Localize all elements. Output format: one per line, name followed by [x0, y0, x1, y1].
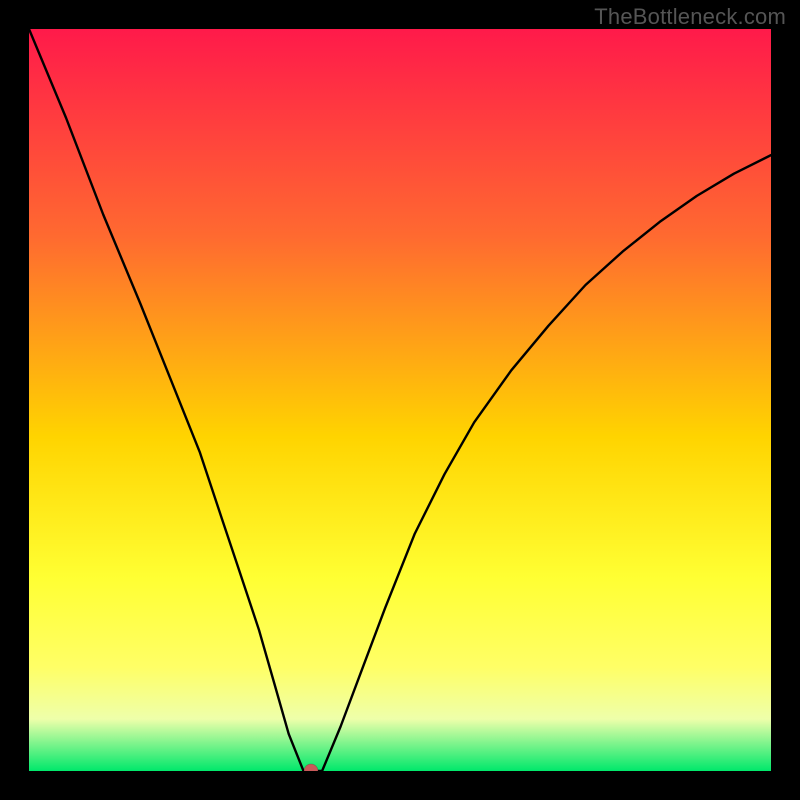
watermark-text: TheBottleneck.com [594, 4, 786, 30]
gradient-background [29, 29, 771, 771]
plot-area [29, 29, 771, 771]
chart-svg [29, 29, 771, 771]
chart-frame: TheBottleneck.com [0, 0, 800, 800]
